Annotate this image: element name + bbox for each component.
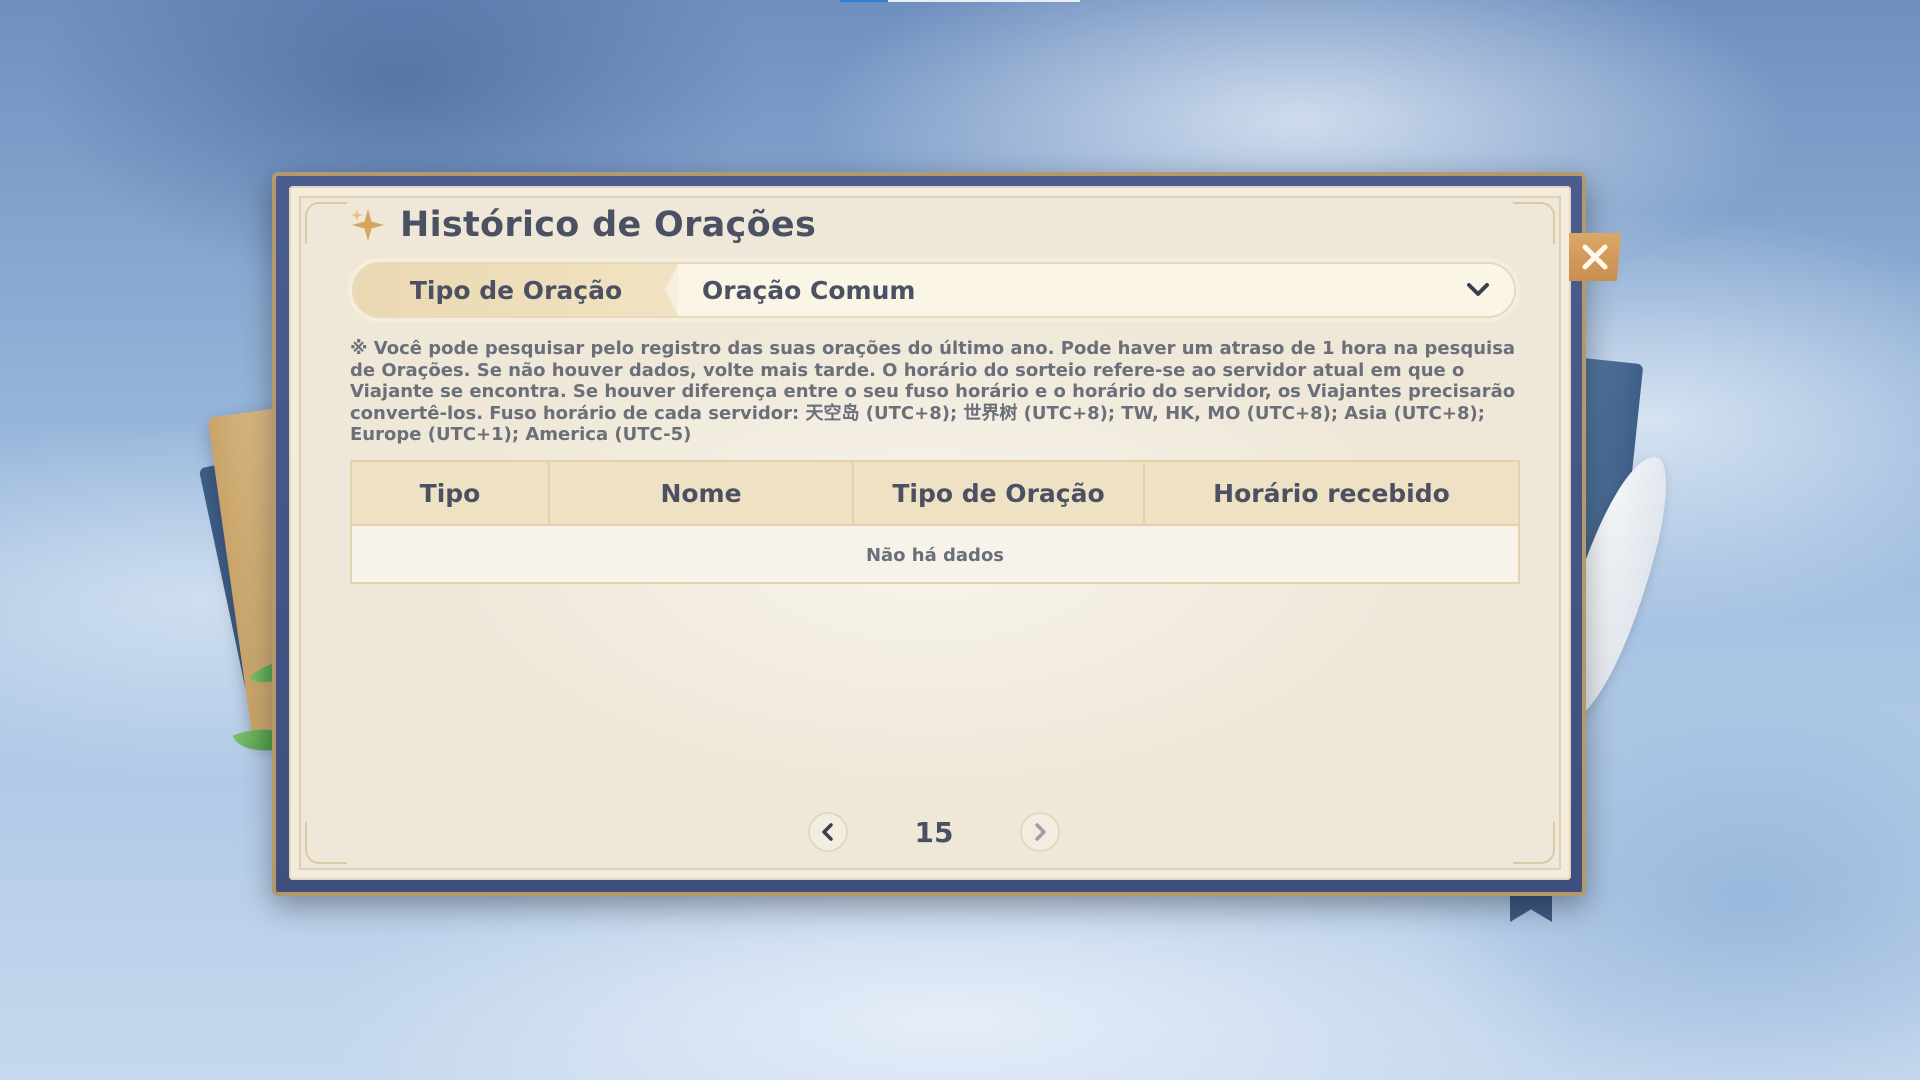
- history-table: Tipo Nome Tipo de Oração Horário recebid…: [350, 460, 1520, 584]
- column-header-name: Nome: [550, 462, 854, 524]
- prayer-type-label: Tipo de Oração: [354, 264, 678, 316]
- page-number: 15: [914, 815, 954, 849]
- previous-page-button[interactable]: [808, 812, 848, 852]
- prayer-type-selector[interactable]: Tipo de Oração Oração Comum: [352, 262, 1516, 318]
- corner-ornament: [305, 202, 347, 244]
- column-header-time-received: Horário recebido: [1213, 478, 1450, 508]
- close-icon: [1582, 244, 1608, 270]
- table-header: Tipo Nome Tipo de Oração Horário recebid…: [352, 462, 1518, 526]
- pagination: 15: [808, 810, 1060, 854]
- page-title: Histórico de Orações: [400, 205, 817, 245]
- chevron-left-icon: [822, 823, 833, 841]
- corner-ornament: [1513, 202, 1555, 244]
- top-progress-segment: [840, 0, 888, 2]
- sparkle-icon: [351, 209, 384, 241]
- chevron-down-icon: [1467, 283, 1489, 296]
- column-header-prayer-type: Tipo de Oração: [854, 462, 1145, 524]
- prayer-type-value: Oração Comum: [702, 275, 916, 305]
- column-header-type: Tipo: [352, 462, 550, 524]
- top-progress-indicator: [840, 0, 1080, 2]
- header: Histórico de Orações: [348, 202, 816, 248]
- corner-ornament: [1513, 822, 1555, 864]
- corner-ornament: [305, 822, 347, 864]
- close-button[interactable]: [1569, 233, 1621, 281]
- chevron-right-icon: [1035, 823, 1046, 841]
- prayer-type-dropdown[interactable]: Oração Comum: [678, 264, 1514, 316]
- info-note: ※ Você pode pesquisar pelo registro das …: [350, 338, 1516, 445]
- next-page-button[interactable]: [1020, 812, 1060, 852]
- empty-state-message: Não há dados: [865, 544, 1005, 566]
